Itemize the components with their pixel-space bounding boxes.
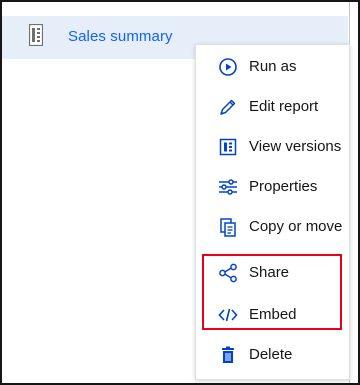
sliders-icon [219, 179, 237, 195]
menu-item-edit-report[interactable]: Edit report [196, 87, 351, 127]
share-embed-highlight [202, 254, 342, 330]
menu-label: Copy or move [249, 218, 343, 235]
trash-icon [222, 346, 234, 363]
pencil-icon [220, 99, 236, 115]
menu-item-delete[interactable]: Delete [196, 335, 351, 375]
menu-label: Properties [249, 178, 318, 195]
report-icon [29, 24, 43, 46]
report-name-link[interactable]: Sales summary [68, 28, 173, 45]
menu-label: Run as [249, 58, 297, 75]
menu-item-view-versions[interactable]: View versions [196, 127, 351, 167]
menu-label: Delete [249, 346, 293, 363]
versions-icon [219, 138, 237, 156]
menu-item-properties[interactable]: Properties [196, 167, 351, 207]
menu-label: View versions [249, 138, 342, 155]
copy-icon [220, 218, 236, 237]
play-circle-icon [219, 58, 237, 76]
menu-item-copy-or-move[interactable]: Copy or move [196, 207, 351, 247]
menu-item-run-as[interactable]: Run as [196, 47, 351, 87]
menu-label: Edit report [249, 98, 319, 115]
